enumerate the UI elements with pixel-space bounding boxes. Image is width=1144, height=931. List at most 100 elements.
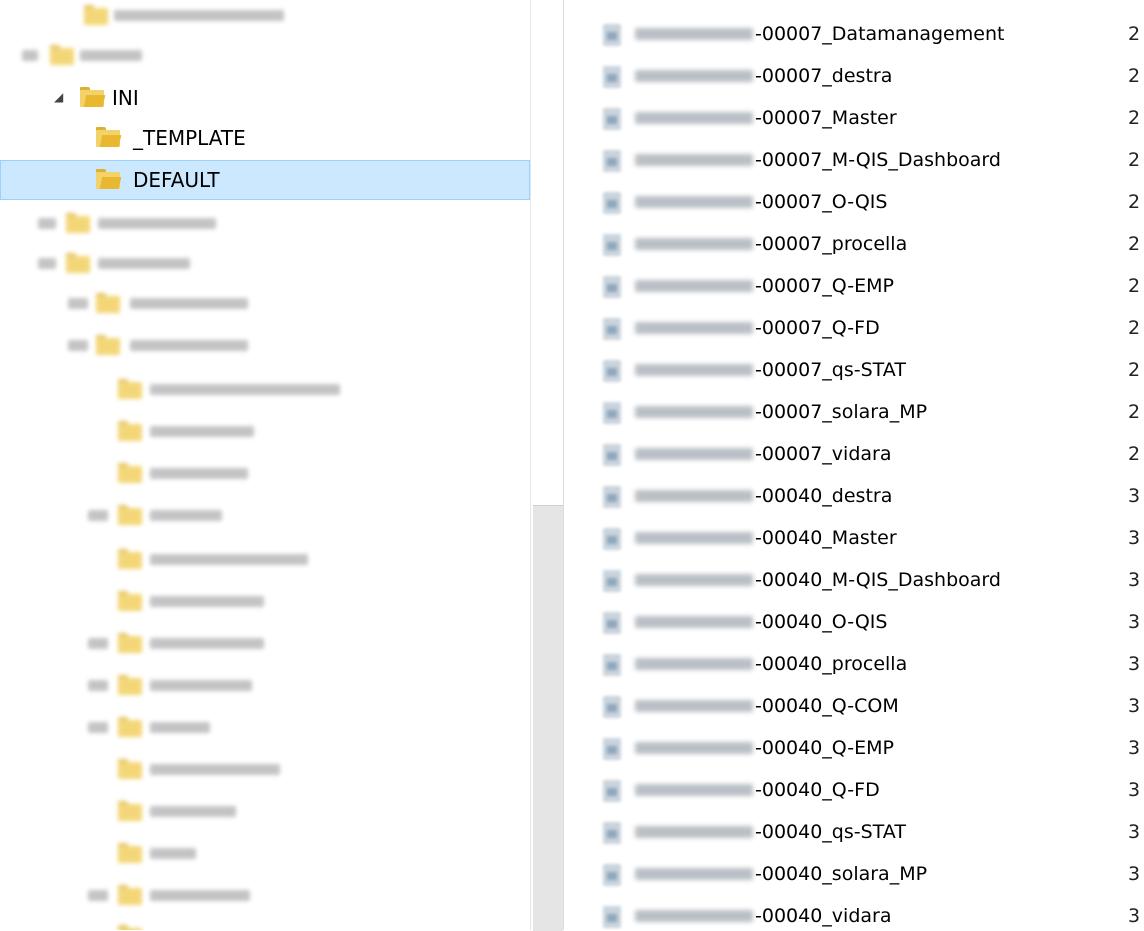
tree-item-default[interactable]: DEFAULT (0, 160, 530, 200)
list-item[interactable]: -00040_Q-EMP 3 (565, 728, 1144, 768)
list-item[interactable]: -00040_Q-FD 3 (565, 770, 1144, 810)
blurred-label (150, 426, 254, 437)
blurred-name-prefix (635, 112, 753, 124)
tree-item-blurred[interactable] (0, 750, 530, 790)
list-item[interactable]: -00007_solara_MP 2 (565, 392, 1144, 432)
tree-item-template[interactable]: _TEMPLATE (0, 118, 530, 158)
list-item[interactable]: -00007_Q-FD 2 (565, 308, 1144, 348)
list-item[interactable]: -00040_Q-COM 3 (565, 686, 1144, 726)
blurred-name-prefix (635, 322, 753, 334)
list-item[interactable]: -00007_vidara 2 (565, 434, 1144, 474)
list-item[interactable]: -00007_qs-STAT 2 (565, 350, 1144, 390)
file-list-pane[interactable]: -00007_Datamanagement 2 -00007_destra 2 -0… (565, 0, 1144, 930)
scrollbar-track[interactable] (533, 505, 563, 931)
tree-item-blurred[interactable] (0, 916, 530, 930)
tree-item-blurred[interactable] (0, 454, 530, 494)
expand-icon[interactable] (38, 258, 56, 269)
tree-item-blurred[interactable] (0, 876, 530, 916)
collapse-arrow-icon[interactable]: ◢ (54, 91, 64, 103)
folder-icon (96, 335, 120, 355)
folder-icon (118, 801, 142, 821)
file-name: -00007_procella (755, 233, 908, 255)
tree-item-blurred[interactable] (0, 624, 530, 664)
tree-item-blurred[interactable] (0, 708, 530, 748)
file-column-value: 3 (1128, 821, 1141, 843)
tree-item-blurred[interactable] (0, 582, 530, 622)
file-name: -00040_M-QIS_Dashboard (755, 569, 1001, 591)
expand-icon[interactable] (88, 510, 108, 521)
file-name: -00040_qs-STAT (755, 821, 906, 843)
tree-item-blurred[interactable] (0, 792, 530, 832)
list-item[interactable]: -00007_Datamanagement 2 (565, 14, 1144, 54)
file-icon (603, 234, 621, 256)
list-item[interactable]: -00040_qs-STAT 3 (565, 812, 1144, 852)
file-icon (603, 780, 621, 802)
list-item[interactable]: -00007_procella 2 (565, 224, 1144, 264)
file-column-value: 3 (1128, 611, 1141, 633)
tree-scrollbar[interactable] (530, 0, 564, 931)
expand-icon[interactable] (88, 680, 108, 691)
expand-icon[interactable] (88, 638, 108, 649)
tree-item-blurred[interactable] (0, 496, 530, 536)
folder-icon (118, 843, 142, 863)
tree-item-ini[interactable]: ◢ INI (0, 78, 530, 118)
file-column-value: 2 (1128, 233, 1141, 255)
expand-icon[interactable] (68, 340, 88, 351)
folder-tree-pane[interactable]: ◢ INI _TEMPLATE DEFAULT (0, 0, 530, 930)
tree-item-blurred[interactable] (0, 540, 530, 580)
list-item[interactable]: -00007_M-QIS_Dashboard 2 (565, 140, 1144, 180)
list-item[interactable]: -00040_Master 3 (565, 518, 1144, 558)
file-name: -00040_destra (755, 485, 893, 507)
list-item[interactable]: -00040_vidara 3 (565, 896, 1144, 930)
file-column-value: 3 (1128, 653, 1141, 675)
blurred-name-prefix (635, 532, 753, 544)
blurred-label (80, 50, 142, 61)
file-name: -00040_solara_MP (755, 863, 928, 885)
file-name: -00007_M-QIS_Dashboard (755, 149, 1001, 171)
file-name: -00007_Master (755, 107, 897, 129)
tree-item-blurred[interactable] (0, 204, 530, 244)
blurred-label (150, 638, 264, 649)
list-item[interactable]: -00007_Q-EMP 2 (565, 266, 1144, 306)
folder-icon (50, 45, 74, 65)
list-item[interactable]: -00040_M-QIS_Dashboard 3 (565, 560, 1144, 600)
list-item[interactable]: -00007_O-QIS 2 (565, 182, 1144, 222)
file-icon (603, 486, 621, 508)
tree-item-blurred[interactable] (0, 666, 530, 706)
file-icon (603, 24, 621, 46)
tree-item-blurred[interactable] (0, 412, 530, 452)
list-item[interactable]: -00007_Master 2 (565, 98, 1144, 138)
file-icon (603, 738, 621, 760)
expand-icon[interactable] (68, 298, 88, 309)
tree-item-blurred[interactable] (0, 0, 530, 36)
file-column-value: 3 (1128, 905, 1141, 927)
file-name: -00040_Master (755, 527, 897, 549)
list-item[interactable]: -00040_destra 3 (565, 476, 1144, 516)
expand-icon[interactable] (22, 50, 38, 61)
file-icon (603, 402, 621, 424)
tree-item-blurred[interactable] (0, 284, 530, 324)
list-item[interactable]: -00040_solara_MP 3 (565, 854, 1144, 894)
tree-item-blurred[interactable] (0, 36, 530, 76)
blurred-label (98, 218, 216, 229)
list-item[interactable]: -00007_destra 2 (565, 56, 1144, 96)
file-column-value: 2 (1128, 443, 1141, 465)
expand-icon[interactable] (88, 722, 108, 733)
folder-icon (118, 885, 142, 905)
list-item[interactable]: -00040_procella 3 (565, 644, 1144, 684)
blurred-label (130, 298, 248, 309)
blurred-name-prefix (635, 784, 753, 796)
file-icon (603, 906, 621, 928)
tree-item-blurred[interactable] (0, 370, 530, 410)
blurred-name-prefix (635, 868, 753, 880)
tree-item-blurred[interactable] (0, 834, 530, 874)
file-icon (603, 444, 621, 466)
list-item[interactable]: -00040_O-QIS 3 (565, 602, 1144, 642)
tree-item-blurred[interactable] (0, 326, 530, 366)
expand-icon[interactable] (38, 218, 56, 229)
tree-item-blurred[interactable] (0, 244, 530, 284)
open-folder-icon (96, 169, 122, 189)
expand-icon[interactable] (88, 890, 108, 901)
blurred-label (150, 722, 210, 733)
scrollbar-thumb[interactable] (535, 0, 559, 505)
